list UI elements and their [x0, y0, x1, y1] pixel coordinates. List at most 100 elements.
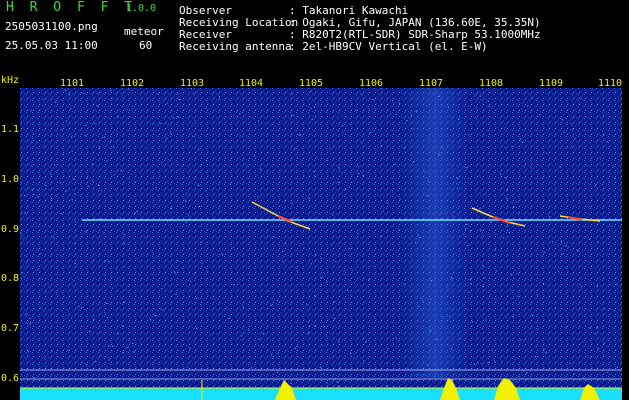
noise-speckle	[350, 353, 352, 355]
noise-speckle	[591, 178, 593, 180]
noise-speckle	[156, 256, 158, 258]
noise-speckle	[193, 93, 195, 95]
noise-speckle	[442, 149, 444, 151]
noise-speckle	[21, 368, 23, 370]
noise-speckle	[73, 179, 75, 180]
noise-speckle	[172, 117, 174, 119]
noise-speckle	[144, 299, 145, 301]
noise-speckle	[45, 359, 47, 360]
noise-speckle	[105, 200, 107, 202]
noise-speckle	[131, 105, 133, 107]
noise-speckle	[603, 134, 605, 136]
noise-speckle	[387, 348, 389, 349]
noise-speckle	[37, 189, 39, 191]
noise-speckle	[566, 195, 568, 197]
noise-speckle	[465, 228, 467, 230]
noise-speckle	[196, 297, 197, 299]
noise-speckle	[282, 260, 284, 262]
noise-speckle	[24, 344, 26, 346]
noise-speckle	[71, 199, 73, 201]
noise-speckle	[277, 353, 279, 355]
noise-speckle	[44, 125, 46, 127]
noise-speckle	[204, 190, 206, 192]
noise-speckle	[350, 123, 352, 125]
noise-speckle	[284, 221, 285, 223]
noise-speckle	[522, 142, 524, 144]
noise-speckle	[456, 183, 458, 185]
noise-speckle	[467, 166, 469, 168]
noise-speckle	[374, 318, 375, 319]
noise-speckle	[479, 175, 481, 177]
noise-speckle	[595, 184, 596, 186]
noise-speckle	[93, 315, 95, 317]
noise-speckle	[112, 146, 114, 148]
noise-speckle	[206, 160, 207, 162]
noise-speckle	[303, 247, 305, 249]
noise-speckle	[83, 106, 85, 108]
noise-speckle	[185, 221, 187, 223]
noise-speckle	[88, 299, 90, 301]
noise-speckle	[310, 107, 312, 109]
noise-speckle	[543, 351, 545, 353]
noise-speckle	[603, 190, 605, 192]
noise-speckle	[180, 335, 182, 337]
noise-speckle	[192, 136, 194, 138]
noise-speckle	[59, 361, 61, 363]
noise-speckle	[123, 302, 125, 304]
noise-speckle	[517, 295, 519, 297]
noise-speckle	[109, 142, 111, 144]
noise-speckle	[37, 248, 39, 249]
noise-speckle	[562, 253, 564, 255]
noise-speckle	[327, 111, 329, 113]
noise-speckle	[232, 247, 234, 249]
noise-speckle	[395, 113, 397, 115]
noise-speckle	[340, 245, 342, 247]
noise-speckle	[332, 237, 334, 239]
noise-speckle	[516, 381, 518, 383]
noise-speckle	[580, 98, 582, 99]
noise-speckle	[358, 290, 360, 291]
noise-speckle	[228, 317, 230, 319]
noise-speckle	[549, 216, 551, 218]
noise-speckle	[520, 138, 521, 140]
noise-speckle	[459, 338, 461, 340]
noise-speckle	[427, 364, 429, 366]
noise-speckle	[84, 135, 86, 137]
noise-speckle	[531, 97, 533, 99]
noise-speckle	[359, 298, 361, 300]
noise-speckle	[495, 249, 496, 251]
noise-speckle	[259, 321, 261, 323]
noise-speckle	[374, 108, 376, 110]
noise-speckle	[82, 92, 84, 94]
noise-speckle	[398, 228, 400, 230]
noise-speckle	[532, 315, 534, 317]
noise-speckle	[135, 258, 137, 260]
noise-speckle	[439, 214, 441, 216]
noise-speckle	[55, 101, 57, 103]
noise-speckle	[112, 132, 114, 134]
noise-speckle	[251, 367, 253, 369]
noise-speckle	[189, 280, 191, 282]
noise-speckle	[470, 230, 471, 232]
noise-speckle	[208, 112, 210, 114]
noise-speckle	[169, 159, 171, 161]
noise-speckle	[500, 173, 502, 175]
noise-speckle	[474, 95, 476, 97]
noise-speckle	[398, 103, 400, 105]
noise-speckle	[507, 225, 508, 227]
noise-speckle	[410, 260, 412, 262]
noise-speckle	[221, 359, 223, 361]
noise-speckle	[444, 210, 446, 212]
noise-speckle	[528, 337, 530, 339]
noise-speckle	[177, 271, 179, 273]
noise-speckle	[35, 151, 37, 153]
noise-speckle	[428, 169, 430, 171]
noise-speckle	[480, 229, 482, 231]
noise-speckle	[528, 328, 530, 330]
noise-speckle	[77, 306, 79, 308]
noise-speckle	[483, 277, 485, 279]
noise-speckle	[32, 137, 33, 139]
noise-speckle	[549, 284, 551, 286]
noise-speckle	[574, 138, 576, 139]
noise-speckle	[411, 154, 413, 156]
